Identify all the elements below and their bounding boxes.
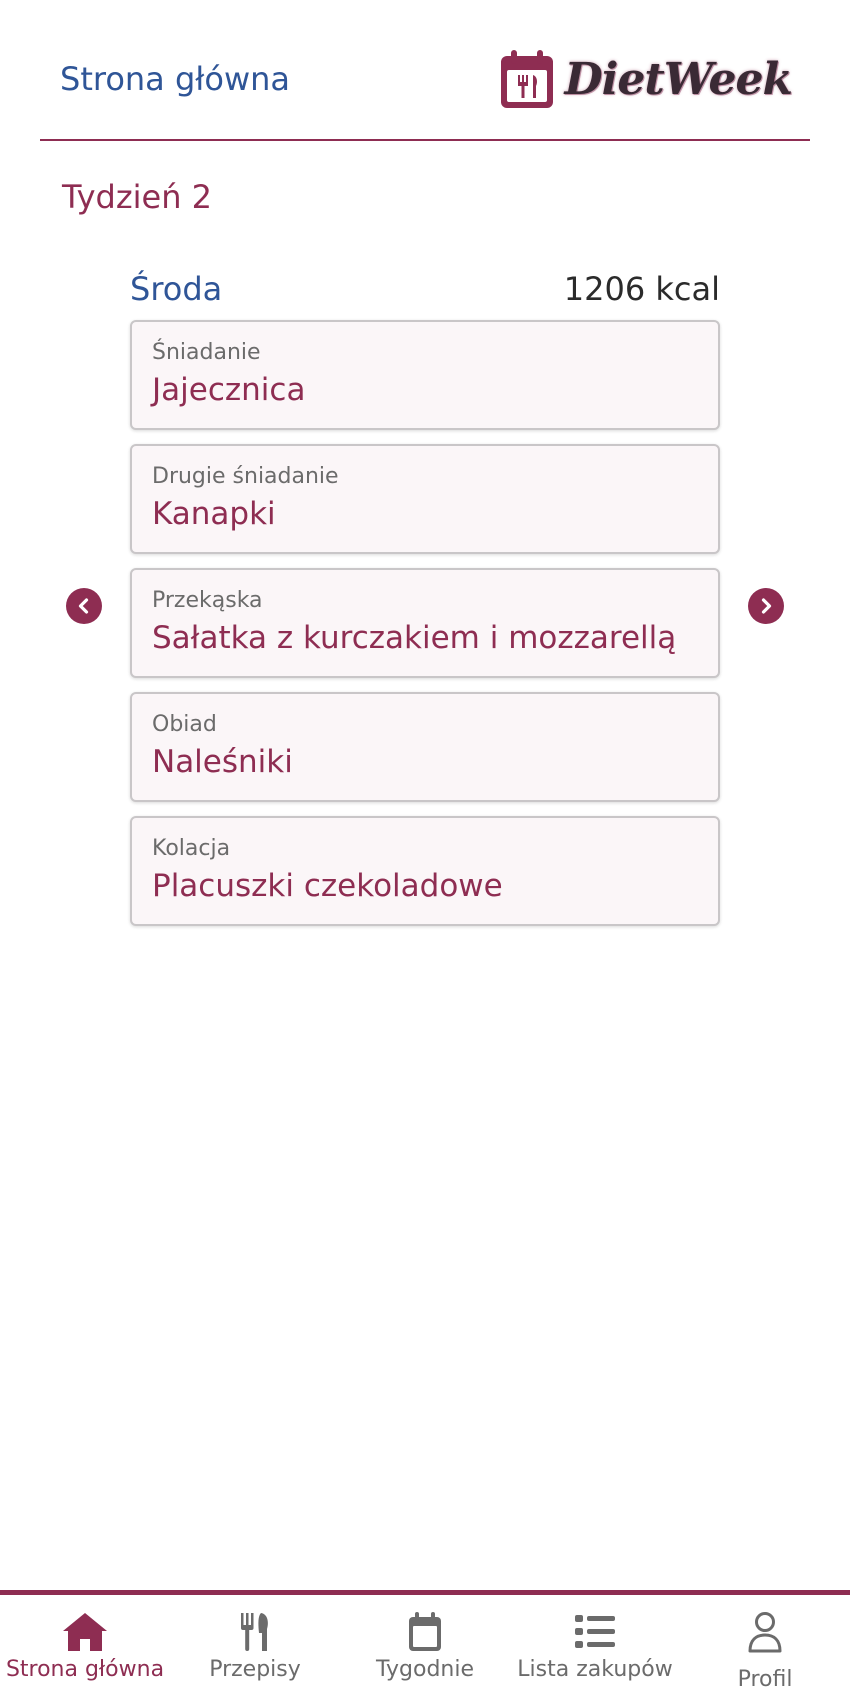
meal-label: Obiad — [152, 712, 217, 737]
calendar-utensils-icon — [500, 50, 553, 108]
nav-label: Profil — [737, 1667, 793, 1692]
meal-card-breakfast[interactable]: Śniadanie Jajecznica — [130, 320, 720, 430]
day-kcal: 1206 kcal — [563, 270, 720, 308]
meal-card-lunch[interactable]: Obiad Naleśniki — [130, 692, 720, 802]
nav-item-recipes[interactable]: Przepisy — [170, 1595, 340, 1702]
meal-list: Śniadanie Jajecznica Drugie śniadanie Ka… — [130, 320, 720, 940]
meal-name: Sałatka z kurczakiem i mozzarellą — [152, 620, 677, 657]
utensils-icon — [241, 1613, 268, 1651]
meal-label: Śniadanie — [152, 340, 261, 365]
day-name: Środa — [130, 270, 223, 308]
meal-card-dinner[interactable]: Kolacja Placuszki czekoladowe — [130, 816, 720, 926]
chevron-left-icon — [78, 598, 89, 614]
meal-label: Przekąska — [152, 588, 263, 613]
nav-item-shopping-list[interactable]: Lista zakupów — [510, 1595, 680, 1702]
chevron-right-icon — [761, 598, 772, 614]
nav-label: Lista zakupów — [517, 1657, 673, 1682]
meal-name: Kanapki — [152, 496, 276, 533]
meal-name: Naleśniki — [152, 744, 293, 781]
home-icon — [63, 1613, 107, 1651]
nav-label: Strona główna — [5, 1657, 165, 1682]
header: Strona główna DietWeek — [40, 0, 810, 141]
calendar-icon — [409, 1612, 441, 1651]
meal-card-snack[interactable]: Przekąska Sałatka z kurczakiem i mozzare… — [130, 568, 720, 678]
list-icon — [575, 1615, 615, 1648]
meal-card-second-breakfast[interactable]: Drugie śniadanie Kanapki — [130, 444, 720, 554]
nav-label: Tygodnie — [375, 1657, 474, 1682]
day-header: Środa 1206 kcal — [130, 270, 720, 310]
nav-label: Przepisy — [209, 1657, 301, 1682]
page-title: Strona główna — [60, 60, 290, 98]
user-icon — [748, 1612, 782, 1653]
meal-label: Kolacja — [152, 836, 231, 861]
meal-name: Placuszki czekoladowe — [152, 868, 503, 905]
meal-name: Jajecznica — [152, 372, 306, 409]
week-title: Tydzień 2 — [62, 178, 212, 216]
app-logo[interactable]: DietWeek — [499, 48, 793, 110]
nav-item-profile[interactable]: Profil — [680, 1595, 850, 1702]
bottom-nav: Strona główna Przepisy Tygodnie Lista za… — [0, 1590, 850, 1702]
app-name: DietWeek — [564, 53, 793, 105]
nav-item-home[interactable]: Strona główna — [0, 1595, 170, 1702]
previous-day-button[interactable] — [66, 588, 102, 624]
nav-item-weeks[interactable]: Tygodnie — [340, 1595, 510, 1702]
next-day-button[interactable] — [748, 588, 784, 624]
meal-label: Drugie śniadanie — [152, 464, 339, 489]
